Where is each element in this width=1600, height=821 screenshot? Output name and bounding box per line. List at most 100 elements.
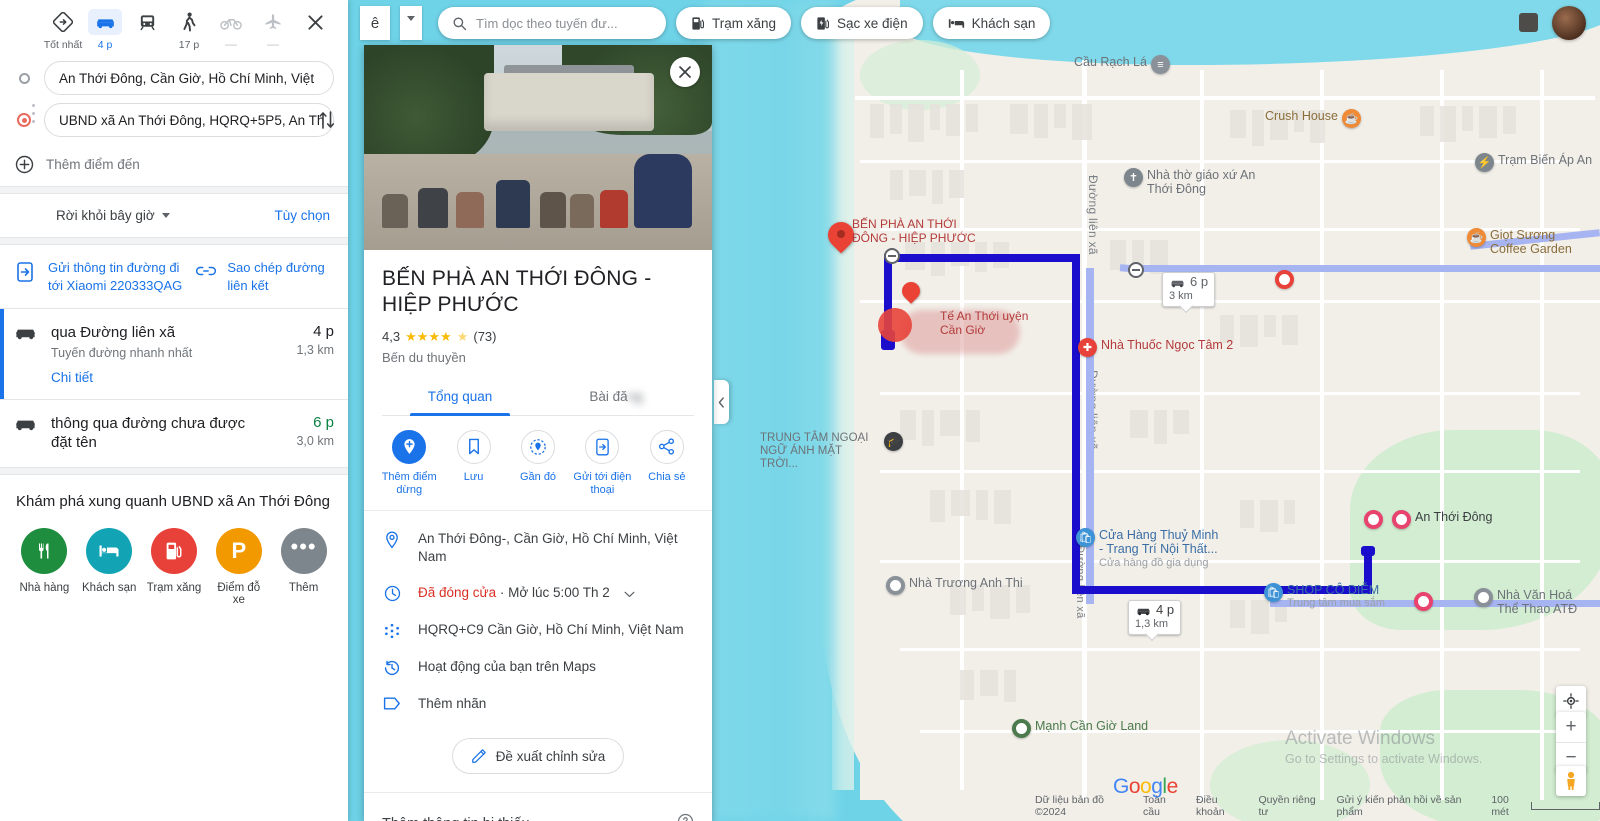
panel-divider <box>0 237 348 245</box>
route-option-0[interactable]: qua Đường liên xã Tuyến đường nhanh nhất… <box>0 309 348 399</box>
help-icon[interactable] <box>677 813 694 821</box>
pegman-button[interactable] <box>1556 766 1586 796</box>
category-khach-san[interactable]: Khách sạn <box>81 527 138 606</box>
send-directions-button[interactable]: Gửi thông tin đường đi tới Xiaomi 220333… <box>14 259 187 294</box>
route-details-link[interactable]: Chi tiết <box>51 370 266 385</box>
action-luu[interactable]: Lưu <box>442 429 504 499</box>
bookmark-icon <box>456 429 491 464</box>
action-them-diem-dung[interactable]: Thêm điểm dừng <box>378 429 440 499</box>
destination-input[interactable]: UBND xã An Thới Đông, HQRQ+5P5, An Th <box>44 103 334 137</box>
poi-manh-can-gio-land[interactable]: Mạnh Cần Giờ Land <box>1012 719 1148 738</box>
search-input[interactable]: Tìm dọc theo tuyến đư... <box>438 7 666 39</box>
poi-nha-van-hoa[interactable]: Nhà Văn Hoá Thể Thao ATĐ <box>1474 588 1587 617</box>
suggest-edit-button[interactable]: Đề xuất chỉnh sửa <box>451 738 625 775</box>
directions-panel: Tốt nhất 4 p 17 p — — An Thới Đông, Cần … <box>0 0 348 821</box>
street <box>880 560 1580 563</box>
info-text: Thêm nhãn <box>418 695 487 711</box>
departure-options-row: Rời khỏi bây giờ Tùy chọn <box>0 194 348 237</box>
poi-sublabel: Trung tâm mua sắm <box>1287 597 1386 610</box>
add-destination-button[interactable]: Thêm điểm đến <box>0 153 348 186</box>
leave-now-dropdown[interactable]: Rời khỏi bây giờ <box>56 208 170 223</box>
close-directions-button[interactable] <box>306 13 325 37</box>
poi-tram-bien-ap[interactable]: ⚡ Trạm Biến Áp An <box>1475 153 1592 172</box>
swap-waypoints-button[interactable] <box>318 109 336 136</box>
footer-link-terms[interactable]: Điều khoản <box>1196 794 1245 818</box>
mode-driving[interactable]: 4 p <box>84 9 126 51</box>
destination-row: UBND xã An Thới Đông, HQRQ+5P5, An Th <box>14 103 334 137</box>
poi-nha-thuoc[interactable]: ✚ Nhà Thuốc Ngọc Tâm 2 <box>1078 338 1233 357</box>
poi-shop-co-diem[interactable]: 🛍 SHOP CÔ DIỄM Trung tâm mua sắm <box>1264 583 1385 609</box>
poi-giot-suong[interactable]: ☕ Giọt Sương Coffee Garden <box>1467 228 1590 257</box>
send-to-phone-icon <box>585 429 620 464</box>
category-tram-xang[interactable]: Trạm xăng <box>146 527 203 606</box>
close-place-card-button[interactable] <box>670 57 700 87</box>
tab-tong-quan[interactable]: Tổng quan <box>382 379 538 416</box>
mode-flights[interactable]: — <box>252 9 294 50</box>
action-gan-do[interactable]: Gần đó <box>507 429 569 499</box>
category-diem-do-xe[interactable]: P Điểm đỗ xe <box>210 527 267 606</box>
footer-link-feedback[interactable]: Gửi ý kiến phản hồi về sản phẩm <box>1337 794 1478 818</box>
info-hours[interactable]: Đã đóng cửa · Mở lúc 5:00 Th 2 <box>364 575 712 612</box>
tab-bai-dang[interactable]: Bài đăng <box>538 379 694 415</box>
mode-walking[interactable]: 17 p <box>168 9 210 51</box>
poi-trung-tam-ngoai-ngu[interactable]: TRUNG TÂM NGOẠI NGỮ ÁNH MẶT TRỜI... 🎓 <box>760 432 903 472</box>
action-gui-toi-dien-thoai[interactable]: Gửi tới điện thoại <box>571 429 633 499</box>
street <box>880 392 1580 395</box>
poi-ben-pha-label[interactable]: BẾN PHÀ AN THỚI ĐÔNG - HIỆP PHƯỚC <box>852 217 992 246</box>
category-them[interactable]: ••• Thêm <box>275 527 332 606</box>
route-main[interactable] <box>884 254 1080 262</box>
poi-te-an-thoi[interactable]: Tế An Thới uyện Cần Giờ <box>940 309 1050 338</box>
hotel-icon <box>86 527 133 574</box>
mode-best[interactable]: Tốt nhất <box>42 9 84 51</box>
info-text: Đã đóng cửa · Mở lúc 5:00 Th 2 <box>418 584 635 603</box>
route-alternate[interactable] <box>1130 265 1600 272</box>
place-ring-icon <box>1474 588 1493 607</box>
info-plus-code[interactable]: HQRQ+C9 Cần Giờ, Hồ Chí Minh, Việt Nam <box>364 612 712 649</box>
poi-cua-hang-thuy-minh[interactable]: 🛍 Cửa Hàng Thuỷ Minh - Trang Trí Nội Thấ… <box>1076 528 1219 569</box>
chevron-down-icon[interactable] <box>624 585 635 603</box>
poi-marker-heart[interactable] <box>1364 510 1383 529</box>
poi-nha-truong-anh-thi[interactable]: Nhà Trương Anh Thi <box>886 576 1023 595</box>
rating-stars: ★★★★ <box>405 328 452 344</box>
action-chia-se[interactable]: Chia sẻ <box>636 429 698 499</box>
place-rating[interactable]: 4,3 ★★★★ ★ (73) <box>382 329 694 345</box>
info-add-label[interactable]: Thêm nhãn <box>364 686 712 722</box>
route-option-1[interactable]: thông qua đường chưa được đặt tên 6 p 3,… <box>0 400 348 467</box>
origin-input[interactable]: An Thới Đông, Cần Giờ, Hồ Chí Minh, Việt <box>44 61 334 95</box>
poi-cau-rach-la[interactable]: Cầu Rạch Lá ≡ <box>1074 55 1170 74</box>
place-pin-secondary[interactable] <box>898 278 924 306</box>
options-link[interactable]: Tùy chọn <box>274 208 330 223</box>
copy-link-button[interactable]: Sao chép đường liên kết <box>195 259 334 294</box>
place-photo[interactable] <box>364 45 712 250</box>
chip-khach-san[interactable]: Khách sạn <box>932 7 1051 39</box>
mode-transit[interactable] <box>126 9 168 39</box>
poi-nha-tho[interactable]: ✝ Nhà thờ giáo xứ An Thới Đông <box>1124 168 1257 197</box>
panel-collapse-handle[interactable] <box>714 380 729 424</box>
street <box>1540 70 1544 800</box>
info-activity[interactable]: Hoạt động của bạn trên Maps <box>364 649 712 686</box>
chip-sac-xe-dien[interactable]: Sạc xe điện <box>801 7 923 39</box>
language-indicator[interactable]: ê <box>360 6 390 40</box>
poi-an-thoi-dong[interactable]: An Thới Đông <box>1392 510 1492 529</box>
missing-info-row[interactable]: Thêm thông tin bị thiếu <box>364 792 712 821</box>
review-count: (73) <box>473 329 497 344</box>
chip-tram-xang[interactable]: Trạm xăng <box>676 7 792 39</box>
info-address[interactable]: An Thới Đông-, Cần Giờ, Hồ Chí Minh, Việ… <box>364 521 712 575</box>
category-nha-hang[interactable]: Nhà hàng <box>16 527 73 606</box>
poi-marker-heart[interactable] <box>1414 592 1433 611</box>
poi-crush-house[interactable]: Crush House ☕ <box>1265 109 1361 128</box>
footer-link-privacy[interactable]: Quyền riêng tư <box>1259 794 1323 818</box>
route-badge-alternate[interactable]: 6 p 3 km <box>1162 272 1216 307</box>
poi-marker-alert[interactable] <box>1275 270 1294 289</box>
destination-marker-icon <box>14 113 34 127</box>
footer-link-global[interactable]: Toàn cầu <box>1143 794 1182 818</box>
destination-marker[interactable] <box>878 308 912 342</box>
language-dropdown-button[interactable] <box>400 6 422 40</box>
place-pin-ben-pha[interactable] <box>822 216 860 256</box>
avatar[interactable] <box>1552 6 1586 40</box>
account-square-badge[interactable] <box>1519 13 1538 32</box>
route-badge-main[interactable]: 4 p 1,3 km <box>1128 600 1182 635</box>
zoom-in-button[interactable]: + <box>1556 712 1586 742</box>
mode-cycling[interactable]: — <box>210 9 252 50</box>
zoom-controls[interactable]: + − <box>1556 712 1586 772</box>
